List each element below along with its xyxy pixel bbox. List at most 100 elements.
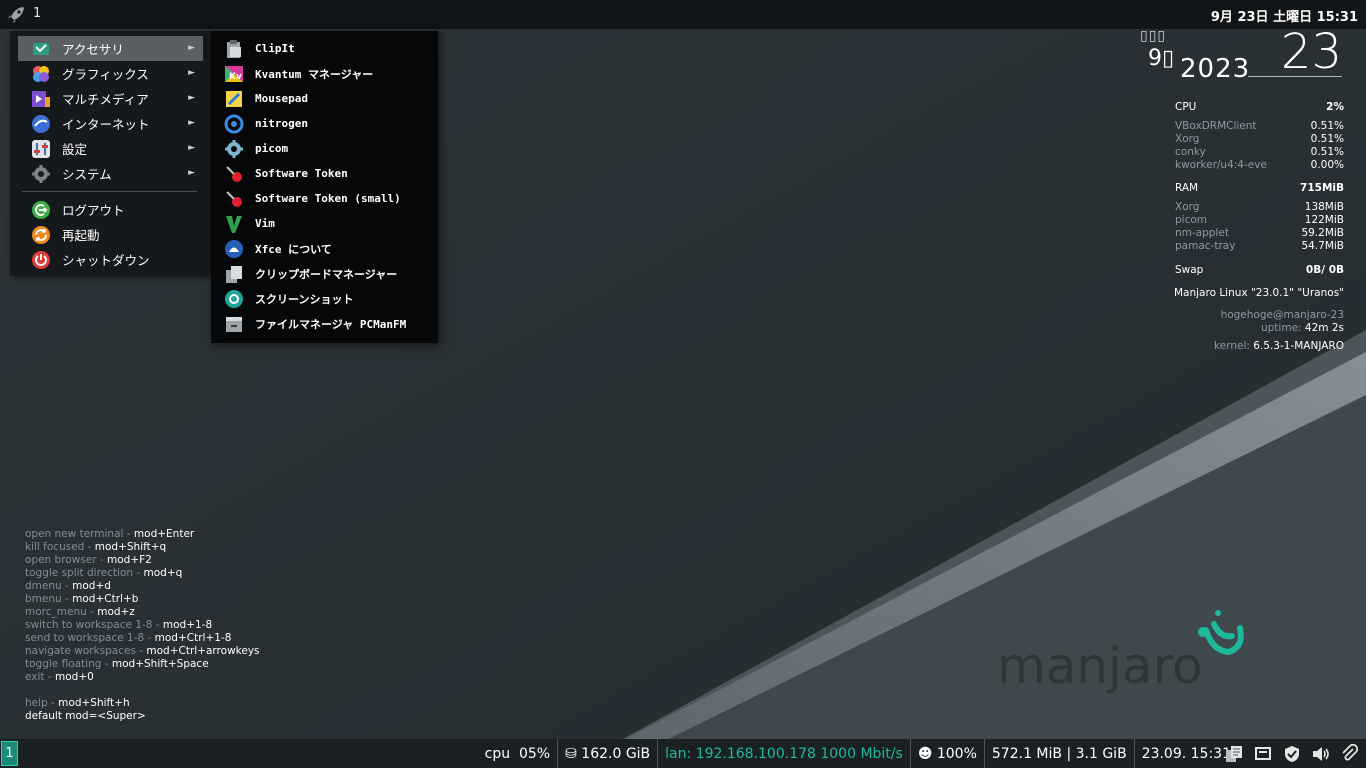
uptime-label: uptime: bbox=[1260, 322, 1302, 334]
logout-button[interactable]: ログアウト bbox=[18, 197, 203, 222]
submenu-arrow-icon: ► bbox=[188, 118, 195, 128]
nitrogen-icon bbox=[223, 113, 244, 134]
keybinding-help: open new terminal - mod+Enter kill focus… bbox=[25, 528, 260, 723]
submenu-item-screenshot[interactable]: スクリーンショット bbox=[211, 286, 438, 311]
menu-item-label: シャットダウン bbox=[62, 253, 150, 268]
workspace-1-button[interactable]: 1 bbox=[1, 741, 18, 766]
shutdown-button[interactable]: シャットダウン bbox=[18, 247, 203, 272]
submenu-arrow-icon: ► bbox=[188, 168, 195, 178]
os-name: Manjaro Linux "23.0.1" "Uranos" bbox=[1173, 287, 1344, 299]
workspace-indicator[interactable]: 1 bbox=[33, 6, 41, 21]
submenu-item-kvantum[interactable]: Kv Kvantum マネージャー bbox=[211, 61, 438, 86]
help-action: kill focused - bbox=[25, 541, 95, 553]
submenu-item-file-manager[interactable]: ファイルマネージャ PCManFM bbox=[211, 311, 438, 336]
help-line: bmenu - mod+Ctrl+b bbox=[25, 593, 260, 606]
settings-icon bbox=[31, 139, 51, 159]
conky-date: ▯▯▯ 9▯ 2023 23 bbox=[1130, 24, 1344, 84]
submenu-arrow-icon: ► bbox=[188, 143, 195, 153]
menu-item-label: システム bbox=[62, 167, 112, 182]
menu-item-graphics[interactable]: グラフィックス ► bbox=[18, 61, 203, 86]
cpu-row: CPU 2% bbox=[1175, 101, 1344, 114]
ram-label: RAM bbox=[1175, 182, 1199, 194]
submenu-item-label: Xfce について bbox=[255, 242, 332, 256]
software-token-small-icon bbox=[223, 188, 244, 209]
process-value: 0.51% bbox=[1310, 146, 1344, 158]
menu-item-accessories[interactable]: アクセサリ ► bbox=[18, 36, 203, 61]
help-action: open new terminal - bbox=[25, 528, 134, 540]
conky-divider bbox=[1248, 76, 1342, 77]
swap-value: 0B/ 0B bbox=[1305, 264, 1344, 276]
help-line: send to workspace 1-8 - mod+Ctrl+1-8 bbox=[25, 632, 260, 645]
application-menu: アクセサリ ► グラフィックス ► マルチメディア ► インターネット ► 設定… bbox=[10, 31, 211, 276]
help-shortcut: mod+d bbox=[72, 580, 111, 592]
memory-status: 572.1 MiB | 3.1 GiB bbox=[983, 739, 1134, 768]
user-host: hogehoge@manjaro-23 bbox=[1220, 309, 1344, 321]
volume-icon[interactable] bbox=[1311, 744, 1331, 764]
help-action: dmenu - bbox=[25, 580, 73, 592]
disk-status: ⛁ 162.0 GiB bbox=[557, 739, 657, 768]
help-action: switch to workspace 1-8 - bbox=[25, 619, 163, 631]
submenu-item-nitrogen[interactable]: nitrogen bbox=[211, 111, 438, 136]
menu-item-multimedia[interactable]: マルチメディア ► bbox=[18, 86, 203, 111]
restart-button[interactable]: 再起動 bbox=[18, 222, 203, 247]
menu-item-settings[interactable]: 設定 ► bbox=[18, 136, 203, 161]
shield-icon[interactable] bbox=[1282, 744, 1302, 764]
menu-separator bbox=[22, 191, 197, 192]
network-icon[interactable] bbox=[1253, 744, 1273, 764]
help-shortcut: mod+Ctrl+1-8 bbox=[154, 632, 232, 644]
swap-label: Swap bbox=[1175, 264, 1204, 276]
help-action: morc_menu - bbox=[25, 606, 98, 618]
help-shortcut: mod+Shift+q bbox=[94, 541, 167, 553]
help-line: open new terminal - mod+Enter bbox=[25, 528, 260, 541]
help-shortcut: mod+Ctrl+arrowkeys bbox=[146, 645, 260, 657]
cpu-process-row: Xorg 0.51% bbox=[1175, 133, 1344, 146]
multimedia-icon bbox=[31, 89, 51, 109]
ram-process-row: picom 122MiB bbox=[1175, 214, 1344, 227]
submenu-item-label: クリップボードマネージャー bbox=[255, 267, 398, 281]
menu-item-label: インターネット bbox=[62, 117, 150, 132]
clipit-icon bbox=[223, 38, 244, 59]
submenu-item-picom[interactable]: picom bbox=[211, 136, 438, 161]
screenshot-icon bbox=[223, 288, 244, 309]
top-clock[interactable]: 9月 23日 土曜日 15:31 bbox=[1211, 6, 1358, 25]
ram-process-row: nm-applet 59.2MiB bbox=[1175, 227, 1344, 240]
help-line: open browser - mod+F2 bbox=[25, 554, 260, 567]
menu-item-internet[interactable]: インターネット ► bbox=[18, 111, 203, 136]
clipboard-icon[interactable] bbox=[1224, 744, 1244, 764]
help-line: default mod=<Super> bbox=[25, 710, 260, 723]
help-action: navigate workspaces - bbox=[25, 645, 147, 657]
ram-process-row: Xorg 138MiB bbox=[1175, 201, 1344, 214]
help-line: navigate workspaces - mod+Ctrl+arrowkeys bbox=[25, 645, 260, 658]
submenu-item-xfce-about[interactable]: Xfce について bbox=[211, 236, 438, 261]
submenu-item-label: picom bbox=[255, 142, 289, 155]
picom-icon bbox=[223, 138, 244, 159]
submenu-item-software-token-small[interactable]: Software Token (small) bbox=[211, 186, 438, 211]
submenu-item-vim[interactable]: Vim bbox=[211, 211, 438, 236]
menu-item-label: マルチメディア bbox=[62, 92, 149, 107]
help-shortcut: mod+1-8 bbox=[162, 619, 213, 631]
menu-item-label: アクセサリ bbox=[62, 42, 124, 57]
submenu-item-software-token[interactable]: Software Token bbox=[211, 161, 438, 186]
submenu-item-label: Software Token bbox=[255, 167, 348, 180]
conky-date-weekday: ▯▯▯ bbox=[1140, 28, 1167, 44]
help-line: exit - mod+0 bbox=[25, 671, 260, 684]
kernel-value: 6.5.3-1-MANJARO bbox=[1253, 340, 1344, 352]
process-name: Xorg bbox=[1175, 201, 1200, 213]
submenu-item-label: Kvantum マネージャー bbox=[255, 67, 374, 81]
file-manager-icon bbox=[223, 313, 244, 334]
ram-value: 715MiB bbox=[1300, 182, 1344, 194]
process-value: 54.7MiB bbox=[1301, 240, 1344, 252]
submenu-item-clipit[interactable]: ClipIt bbox=[211, 36, 438, 61]
menu-item-system[interactable]: システム ► bbox=[18, 161, 203, 186]
paperclip-icon[interactable] bbox=[1340, 743, 1360, 764]
help-action: toggle split direction - bbox=[25, 567, 144, 579]
system-icon bbox=[31, 164, 51, 184]
system-tray bbox=[1224, 743, 1360, 764]
help-line: dmenu - mod+d bbox=[25, 580, 260, 593]
help-shortcut: mod+Ctrl+b bbox=[72, 593, 139, 605]
submenu-item-mousepad[interactable]: Mousepad bbox=[211, 86, 438, 111]
help-action: toggle floating - bbox=[25, 658, 112, 670]
rocket-menu-icon[interactable] bbox=[6, 5, 26, 25]
submenu-item-clipboard-manager[interactable]: クリップボードマネージャー bbox=[211, 261, 438, 286]
conky-date-day: 23 bbox=[1280, 24, 1342, 80]
